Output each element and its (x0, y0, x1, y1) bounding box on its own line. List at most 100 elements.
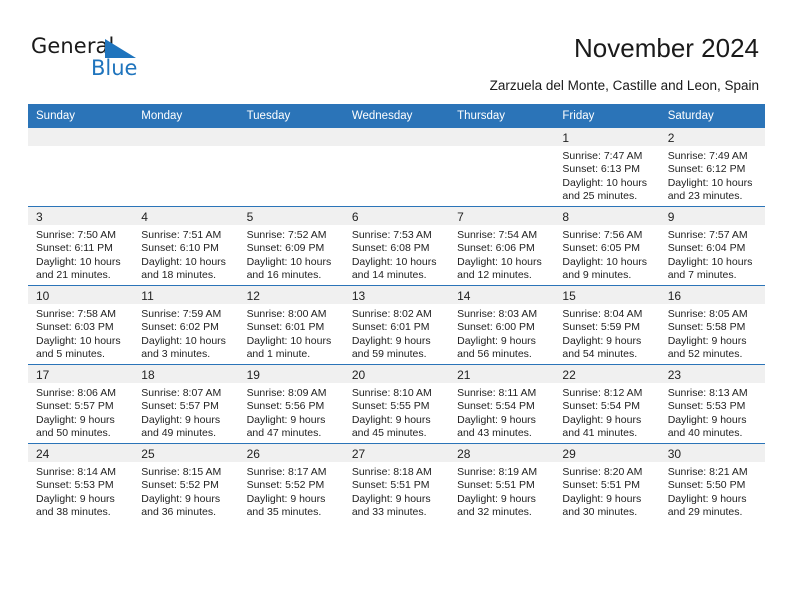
calendar-day-cell[interactable]: 19 Sunrise: 8:09 AM Sunset: 5:56 PM Dayligh… (238, 364, 344, 444)
calendar-day-cell[interactable]: 17 Sunrise: 8:06 AM Sunset: 5:57 PM Dayligh… (28, 364, 134, 444)
calendar-day-cell[interactable]: 28 Sunrise: 8:19 AM Sunset: 5:51 PM Dayligh… (449, 443, 555, 522)
daylight-text-line1: Daylight: 10 hours (667, 255, 753, 268)
sunset-text: Sunset: 5:54 PM (562, 400, 641, 413)
logo-text-blue: Blue (91, 56, 138, 80)
weekday-header-wednesday: Wednesday (343, 104, 450, 128)
sunrise-text: Sunrise: 8:07 AM (141, 387, 222, 399)
day-number: 25 (141, 447, 155, 461)
daylight-text-line2: and 30 minutes. (562, 506, 638, 519)
calendar-day-cell[interactable]: 3 Sunrise: 7:50 AM Sunset: 6:11 PM Daylight… (28, 206, 134, 286)
calendar-day-cell[interactable]: 20 Sunrise: 8:10 AM Sunset: 5:55 PM Dayligh… (343, 364, 450, 444)
day-number: 12 (246, 289, 260, 303)
calendar-day-cell[interactable]: 10 Sunrise: 7:58 AM Sunset: 6:03 PM Dayligh… (28, 285, 134, 365)
day-number-band: 15 (554, 286, 660, 304)
daylight-text-line2: and 45 minutes. (351, 427, 427, 440)
sunset-text: Sunset: 5:58 PM (667, 321, 746, 334)
day-number: 21 (457, 368, 471, 382)
sunset-text: Sunset: 5:51 PM (562, 479, 641, 492)
day-number: 4 (141, 210, 148, 224)
sunset-text: Sunset: 5:55 PM (351, 400, 430, 413)
daylight-text-line1: Daylight: 9 hours (667, 492, 747, 505)
daylight-text-line1: Daylight: 9 hours (457, 334, 536, 347)
calendar-table: Sunday Monday Tuesday Wednesday Thursday… (28, 104, 765, 522)
daylight-text-line2: and 3 minutes. (141, 348, 211, 361)
calendar-day-cell[interactable]: 1 Sunrise: 7:47 AM Sunset: 6:13 PM Daylight… (554, 127, 660, 207)
calendar-day-cell[interactable]: 13 Sunrise: 8:02 AM Sunset: 6:01 PM Dayligh… (343, 285, 450, 365)
calendar-header-row: Sunday Monday Tuesday Wednesday Thursday… (28, 104, 765, 128)
daylight-text-line2: and 49 minutes. (141, 427, 216, 440)
day-number-band: 26 (238, 444, 344, 462)
day-cell-body: Sunrise: 7:47 AM Sunset: 6:13 PM Daylight:… (554, 146, 659, 204)
sunset-text: Sunset: 5:52 PM (141, 479, 219, 492)
day-number-band: 28 (449, 444, 555, 462)
daylight-text-line1: Daylight: 10 hours (351, 255, 437, 268)
calendar-day-cell[interactable]: 15 Sunrise: 8:04 AM Sunset: 5:59 PM Dayligh… (554, 285, 660, 365)
calendar-day-cell[interactable]: 25 Sunrise: 8:15 AM Sunset: 5:52 PM Dayligh… (133, 443, 239, 522)
calendar-week-row: 17 Sunrise: 8:06 AM Sunset: 5:57 PM Dayligh… (28, 364, 765, 444)
calendar-day-cell-empty (238, 127, 344, 207)
day-number: 29 (562, 447, 576, 461)
sunset-text: Sunset: 5:57 PM (36, 400, 114, 413)
day-number: 3 (36, 210, 43, 224)
sunset-text: Sunset: 5:50 PM (667, 479, 746, 492)
day-number: 6 (351, 210, 359, 224)
calendar-day-cell[interactable]: 2 Sunrise: 7:49 AM Sunset: 6:12 PM Daylight… (659, 127, 765, 207)
day-number-band: 18 (133, 365, 239, 383)
calendar-day-cell[interactable]: 12 Sunrise: 8:00 AM Sunset: 6:01 PM Dayligh… (238, 285, 344, 365)
day-number: 23 (667, 368, 682, 382)
day-number-band: 29 (554, 444, 660, 462)
calendar-day-cell[interactable]: 9 Sunrise: 7:57 AM Sunset: 6:04 PM Daylight… (659, 206, 765, 286)
sunrise-text: Sunrise: 7:47 AM (562, 150, 643, 162)
day-number: 7 (457, 210, 464, 224)
day-cell-body: Sunrise: 7:59 AM Sunset: 6:02 PM Daylight:… (133, 304, 238, 362)
sunset-text: Sunset: 5:51 PM (351, 479, 430, 492)
calendar-day-cell[interactable]: 24 Sunrise: 8:14 AM Sunset: 5:53 PM Dayligh… (28, 443, 134, 522)
page-title: November 2024 (574, 33, 759, 63)
calendar-day-cell[interactable]: 14 Sunrise: 8:03 AM Sunset: 6:00 PM Dayligh… (449, 285, 555, 365)
sunset-text: Sunset: 6:06 PM (457, 242, 535, 255)
logo-text-general: General (31, 34, 115, 58)
sunset-text: Sunset: 5:59 PM (562, 321, 641, 334)
calendar-day-cell[interactable]: 21 Sunrise: 8:11 AM Sunset: 5:54 PM Dayligh… (449, 364, 555, 444)
day-number-band: 23 (659, 365, 765, 383)
day-number: 24 (36, 447, 50, 461)
calendar-day-cell[interactable]: 11 Sunrise: 7:59 AM Sunset: 6:02 PM Dayligh… (133, 285, 239, 365)
calendar-day-cell[interactable]: 18 Sunrise: 8:07 AM Sunset: 5:57 PM Dayligh… (133, 364, 239, 444)
calendar-page: General Blue November 2024 Zarzuela del … (0, 0, 792, 612)
daylight-text-line1: Daylight: 10 hours (141, 334, 226, 347)
calendar-day-cell[interactable]: 27 Sunrise: 8:18 AM Sunset: 5:51 PM Dayligh… (343, 443, 450, 522)
calendar-day-cell[interactable]: 29 Sunrise: 8:20 AM Sunset: 5:51 PM Dayligh… (554, 443, 660, 522)
calendar-day-cell[interactable]: 8 Sunrise: 7:56 AM Sunset: 6:05 PM Daylight… (554, 206, 660, 286)
day-cell-body: Sunrise: 7:53 AM Sunset: 6:08 PM Daylight:… (344, 225, 449, 283)
day-cell-body: Sunrise: 8:03 AM Sunset: 6:00 PM Daylight:… (449, 304, 554, 362)
calendar-day-cell[interactable]: 26 Sunrise: 8:17 AM Sunset: 5:52 PM Dayligh… (238, 443, 344, 522)
sunset-text: Sunset: 6:03 PM (36, 321, 114, 334)
day-cell-body: Sunrise: 8:02 AM Sunset: 6:01 PM Daylight:… (344, 304, 449, 362)
day-number-band (343, 128, 450, 146)
sunset-text: Sunset: 5:56 PM (246, 400, 325, 413)
day-number: 13 (351, 289, 366, 303)
calendar-day-cell[interactable]: 16 Sunrise: 8:05 AM Sunset: 5:58 PM Dayligh… (659, 285, 765, 365)
calendar-day-cell[interactable]: 30 Sunrise: 8:21 AM Sunset: 5:50 PM Dayligh… (659, 443, 765, 522)
daylight-text-line1: Daylight: 9 hours (246, 492, 326, 505)
calendar-day-cell[interactable]: 7 Sunrise: 7:54 AM Sunset: 6:06 PM Daylight… (449, 206, 555, 286)
sunset-text: Sunset: 5:51 PM (457, 479, 535, 492)
calendar-day-cell[interactable]: 4 Sunrise: 7:51 AM Sunset: 6:10 PM Daylight… (133, 206, 239, 286)
day-cell-body: Sunrise: 7:58 AM Sunset: 6:03 PM Daylight:… (28, 304, 133, 362)
calendar-day-cell[interactable]: 22 Sunrise: 8:12 AM Sunset: 5:54 PM Dayligh… (554, 364, 660, 444)
day-number: 1 (562, 131, 570, 145)
day-number: 18 (141, 368, 155, 382)
sunrise-text: Sunrise: 7:58 AM (36, 308, 116, 320)
general-blue-logo[interactable]: General Blue (31, 34, 211, 86)
sunrise-text: Sunrise: 8:04 AM (562, 308, 643, 320)
calendar-day-cell[interactable]: 23 Sunrise: 8:13 AM Sunset: 5:53 PM Dayligh… (659, 364, 765, 444)
day-number: 20 (351, 368, 366, 382)
daylight-text-line2: and 25 minutes. (562, 190, 638, 203)
day-number-band: 24 (28, 444, 134, 462)
calendar-day-cell[interactable]: 6 Sunrise: 7:53 AM Sunset: 6:08 PM Daylight… (343, 206, 450, 286)
sunset-text: Sunset: 6:13 PM (562, 163, 641, 176)
sunset-text: Sunset: 5:53 PM (36, 479, 114, 492)
calendar-day-cell[interactable]: 5 Sunrise: 7:52 AM Sunset: 6:09 PM Daylight… (238, 206, 344, 286)
sunrise-text: Sunrise: 7:54 AM (457, 229, 538, 241)
day-number-band (449, 128, 555, 146)
